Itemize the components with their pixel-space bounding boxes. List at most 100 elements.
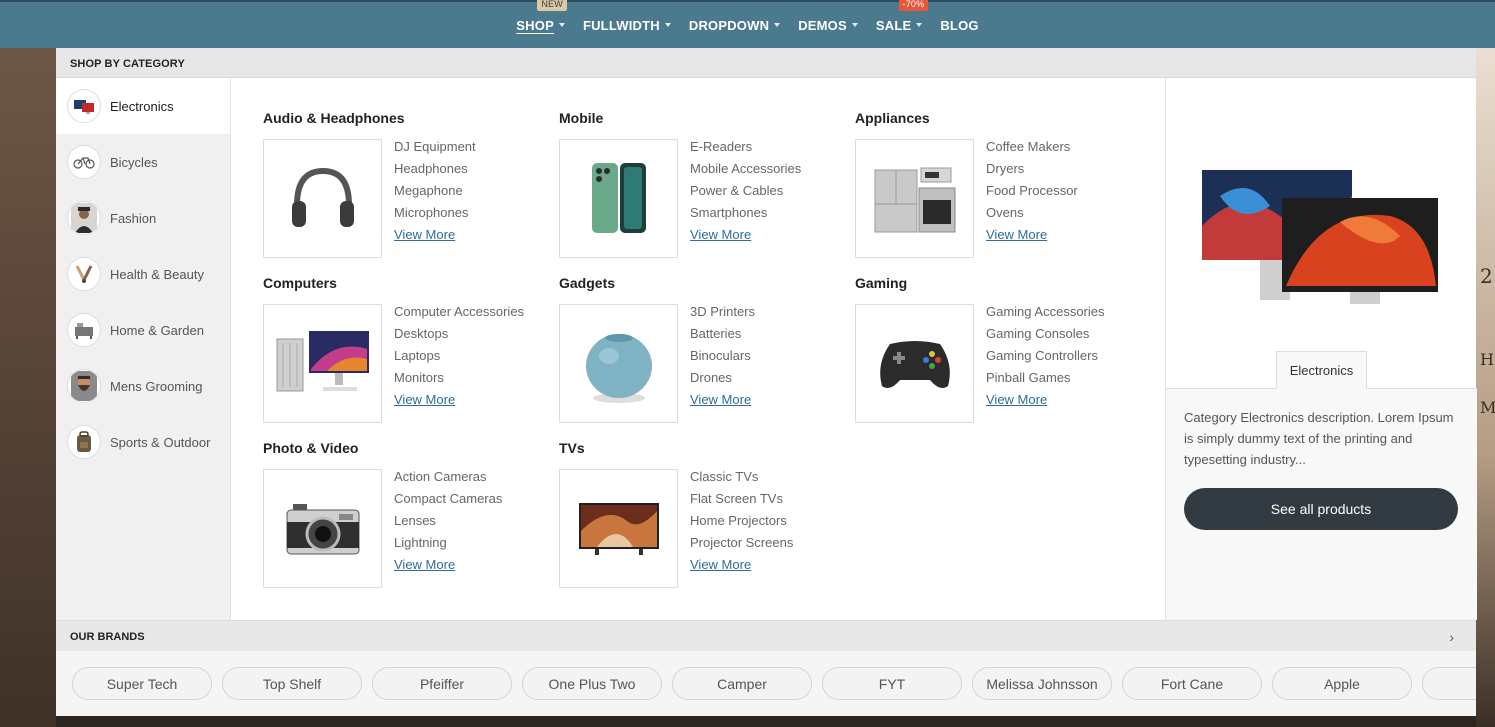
sidebar-item-health-beauty[interactable]: Health & Beauty xyxy=(56,246,230,302)
category-block: Gaming Gaming Accessories Gaming Console… xyxy=(855,275,1145,440)
view-more-link[interactable]: View More xyxy=(986,392,1047,407)
nav-item-dropdown[interactable]: DROPDOWN xyxy=(688,17,781,33)
category-link[interactable]: Gaming Accessories xyxy=(986,302,1105,324)
nav-item-blog[interactable]: BLOG xyxy=(940,18,978,33)
category-title[interactable]: Computers xyxy=(263,275,553,295)
page-background-bottom xyxy=(56,716,1476,727)
category-title[interactable]: TVs xyxy=(559,440,849,460)
nav-item-label: DROPDOWN xyxy=(688,17,770,33)
brand-chip[interactable]: Fort Cane xyxy=(1122,667,1262,700)
tab-electronics[interactable]: Electronics xyxy=(1276,351,1367,389)
tv-icon[interactable] xyxy=(559,469,678,588)
category-link[interactable]: Home Projectors xyxy=(690,511,793,533)
view-more-link[interactable]: View More xyxy=(986,227,1047,242)
brand-chip[interactable]: Ri xyxy=(1422,667,1476,700)
category-link[interactable]: Classic TVs xyxy=(690,467,793,489)
category-link[interactable]: Ovens xyxy=(986,203,1078,225)
category-link[interactable]: Headphones xyxy=(394,159,476,181)
category-link[interactable]: Megaphone xyxy=(394,181,476,203)
brand-chip[interactable]: Super Tech xyxy=(72,667,212,700)
nav-item-demos[interactable]: DEMOS xyxy=(798,18,858,33)
category-title[interactable]: Gaming xyxy=(855,275,1145,295)
brands-header: OUR BRANDS › xyxy=(56,620,1476,651)
category-links: Coffee Makers Dryers Food Processor Oven… xyxy=(986,137,1078,247)
category-link[interactable]: Food Processor xyxy=(986,181,1078,203)
category-title[interactable]: Gadgets xyxy=(559,275,849,295)
category-link[interactable]: Mobile Accessories xyxy=(690,159,801,181)
category-link[interactable]: Binoculars xyxy=(690,346,755,368)
category-link[interactable]: E-Readers xyxy=(690,137,801,159)
chevron-down-icon xyxy=(664,23,671,27)
category-link[interactable]: Smartphones xyxy=(690,203,801,225)
gamepad-icon[interactable] xyxy=(855,304,974,423)
category-title[interactable]: Appliances xyxy=(855,110,1145,130)
view-more-link[interactable]: View More xyxy=(394,557,455,572)
view-more-link[interactable]: View More xyxy=(394,392,455,407)
headphones-icon[interactable] xyxy=(263,139,382,258)
category-link[interactable]: Computer Accessories xyxy=(394,302,524,324)
nav-item-fullwidth[interactable]: FULLWIDTH xyxy=(583,18,671,33)
category-link[interactable]: Batteries xyxy=(690,324,755,346)
brand-chip[interactable]: Camper xyxy=(672,667,812,700)
sidebar-item-fashion[interactable]: Fashion xyxy=(56,190,230,246)
background-text: H xyxy=(1480,350,1494,369)
category-description: Category Electronics description. Lorem … xyxy=(1184,410,1454,467)
category-link[interactable]: Lenses xyxy=(394,511,502,533)
category-block: Audio & Headphones DJ Equipment Headphon… xyxy=(263,110,553,275)
category-links: DJ Equipment Headphones Megaphone Microp… xyxy=(394,137,476,247)
mega-menu: SHOP BY CATEGORY Electronics Bicycles Fa… xyxy=(56,48,1477,716)
view-more-link[interactable]: View More xyxy=(690,557,751,572)
sidebar-item-sports-outdoor[interactable]: Sports & Outdoor xyxy=(56,414,230,470)
new-badge: NEW xyxy=(537,0,567,11)
page-background-left xyxy=(0,48,56,727)
category-link[interactable]: DJ Equipment xyxy=(394,137,476,159)
smart-speaker-icon[interactable] xyxy=(559,304,678,423)
category-link[interactable]: Monitors xyxy=(394,368,524,390)
brand-chip[interactable]: Top Shelf xyxy=(222,667,362,700)
category-link[interactable]: Drones xyxy=(690,368,755,390)
sidebar-item-bicycles[interactable]: Bicycles xyxy=(56,134,230,190)
category-link[interactable]: Gaming Consoles xyxy=(986,324,1105,346)
category-link[interactable]: Gaming Controllers xyxy=(986,346,1105,368)
category-link[interactable]: 3D Printers xyxy=(690,302,755,324)
category-links: 3D Printers Batteries Binoculars Drones … xyxy=(690,302,755,412)
brand-chip[interactable]: FYT xyxy=(822,667,962,700)
sidebar-item-electronics[interactable]: Electronics xyxy=(56,78,230,134)
computer-icon[interactable] xyxy=(263,304,382,423)
category-link[interactable]: Projector Screens xyxy=(690,533,793,555)
category-link[interactable]: Desktops xyxy=(394,324,524,346)
category-title[interactable]: Photo & Video xyxy=(263,440,553,460)
category-link[interactable]: Dryers xyxy=(986,159,1078,181)
smartphone-icon[interactable] xyxy=(559,139,678,258)
view-more-link[interactable]: View More xyxy=(394,227,455,242)
chevron-right-icon[interactable]: › xyxy=(1449,629,1454,645)
category-link[interactable]: Lightning xyxy=(394,533,502,555)
camera-icon[interactable] xyxy=(263,469,382,588)
see-all-products-button[interactable]: See all products xyxy=(1184,488,1458,530)
sidebar-item-mens-grooming[interactable]: Mens Grooming xyxy=(56,358,230,414)
nav-item-shop[interactable]: NEW SHOP xyxy=(516,0,567,33)
category-link[interactable]: Flat Screen TVs xyxy=(690,489,793,511)
sidebar-item-home-garden[interactable]: Home & Garden xyxy=(56,302,230,358)
category-link[interactable]: Laptops xyxy=(394,346,524,368)
background-text: M xyxy=(1480,398,1495,417)
sidebar-item-label: Electronics xyxy=(110,98,174,114)
category-link[interactable]: Compact Cameras xyxy=(394,489,502,511)
nav-item-label: SALE xyxy=(875,17,912,33)
category-link[interactable]: Power & Cables xyxy=(690,181,801,203)
category-title[interactable]: Audio & Headphones xyxy=(263,110,553,130)
category-block: Mobile E-Readers Mobile Accessories Powe… xyxy=(559,110,849,275)
nav-item-sale[interactable]: -70% SALE xyxy=(875,0,929,33)
fridge-icon[interactable] xyxy=(855,139,974,258)
view-more-link[interactable]: View More xyxy=(690,227,751,242)
brand-chip[interactable]: Pfeiffer xyxy=(372,667,512,700)
brand-chip[interactable]: One Plus Two xyxy=(522,667,662,700)
category-link[interactable]: Action Cameras xyxy=(394,467,502,489)
category-link[interactable]: Pinball Games xyxy=(986,368,1105,390)
view-more-link[interactable]: View More xyxy=(690,392,751,407)
category-link[interactable]: Microphones xyxy=(394,203,476,225)
category-title[interactable]: Mobile xyxy=(559,110,849,130)
brand-chip[interactable]: Melissa Johnsson xyxy=(972,667,1112,700)
category-link[interactable]: Coffee Makers xyxy=(986,137,1078,159)
brand-chip[interactable]: Apple xyxy=(1272,667,1412,700)
